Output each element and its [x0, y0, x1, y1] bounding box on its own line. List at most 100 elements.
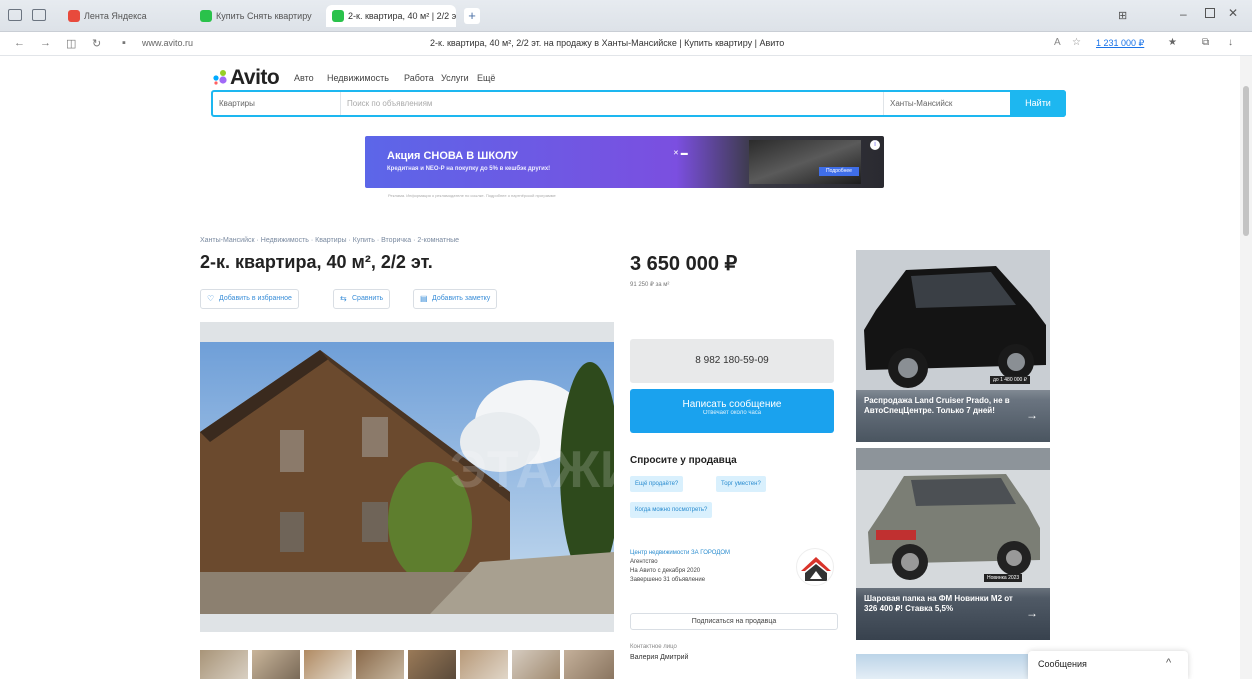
breadcrumb[interactable]: Ханты-Мансийск · Недвижимость · Квартиры…: [200, 237, 459, 244]
search-button[interactable]: Найти: [1010, 90, 1066, 117]
search-input[interactable]: Поиск по объявлениям: [341, 92, 881, 115]
main-photo[interactable]: ЭТАЖИ: [200, 322, 614, 632]
watermark: ЭТАЖИ: [450, 441, 614, 499]
heart-icon: ♡: [207, 294, 215, 303]
lock-icon: ▪: [122, 37, 126, 49]
close-icon[interactable]: ✕: [1228, 6, 1238, 20]
scrollbar-thumb[interactable]: [1243, 86, 1249, 236]
tab-avito-listing[interactable]: 2-к. квартира, 40 м² | 2/2 эт.: [326, 5, 456, 27]
seller-completed: Завершено 31 объявление: [630, 577, 706, 583]
question-chip[interactable]: Торг уместен?: [716, 476, 766, 492]
thumbnail[interactable]: [512, 650, 560, 679]
favorites-icon[interactable]: ★: [1168, 37, 1177, 48]
maximize-icon[interactable]: [1205, 8, 1215, 18]
thumbnail[interactable]: [304, 650, 352, 679]
write-message-button[interactable]: Написать сообщение Отвечает около часа: [630, 389, 834, 433]
chevron-up-icon[interactable]: ^: [1166, 657, 1171, 669]
thumbnail[interactable]: [564, 650, 614, 679]
question-chip[interactable]: Когда можно посмотреть?: [630, 502, 713, 518]
price-per-meter: 91 250 ₽ за м²: [630, 282, 670, 288]
balance-label[interactable]: 1 231 000 ₽: [1096, 38, 1144, 49]
seller-logo-icon: [801, 557, 831, 581]
listing-title: 2-к. квартира, 40 м², 2/2 эт.: [200, 252, 433, 272]
download-icon[interactable]: ↓: [1228, 37, 1233, 48]
compare-icon: ⇆: [340, 294, 347, 303]
note-icon: ▤: [420, 294, 428, 303]
price: 3 650 000 ₽: [630, 253, 738, 275]
ad-card[interactable]: до 1 480 000 ₽ Распродажа Land Cruiser P…: [856, 250, 1050, 442]
seller-avatar[interactable]: [796, 548, 834, 586]
seller-since: На Авито с декабря 2020: [630, 568, 701, 574]
arrow-right-icon: →: [1026, 606, 1038, 620]
info-icon[interactable]: i: [870, 140, 880, 150]
ad-badge: до 1 480 000 ₽: [990, 376, 1030, 384]
message-button-label: Написать сообщение: [682, 399, 782, 410]
new-tab-button[interactable]: +: [464, 8, 480, 24]
nav-services[interactable]: Услуги: [441, 73, 469, 83]
thumbnail[interactable]: [460, 650, 508, 679]
banner-title: Акция СНОВА В ШКОЛУ: [387, 150, 518, 162]
ad-card-partial[interactable]: [856, 654, 1028, 679]
thumbnail[interactable]: [252, 650, 300, 679]
avito-logo-icon: [212, 67, 228, 85]
location-select[interactable]: Ханты-Мансийск: [883, 92, 1009, 115]
back-icon[interactable]: ←: [14, 37, 25, 49]
thumbnail[interactable]: [200, 650, 248, 679]
search-bar: Квартиры Поиск по объявлениям Ханты-Манс…: [211, 90, 1066, 117]
ask-seller-title: Спросите у продавца: [630, 455, 737, 466]
question-chip[interactable]: Ещё продаёте?: [630, 476, 684, 492]
contact-label: Контактное лицо: [630, 644, 677, 650]
collections-icon[interactable]: ⊞: [1118, 9, 1127, 22]
compare-button[interactable]: ⇆ Сравнить: [333, 289, 391, 309]
collections-icon[interactable]: ⧉: [1202, 37, 1209, 48]
tab-yandex[interactable]: Лента Яндекса: [62, 5, 190, 27]
url-field[interactable]: www.avito.ru: [142, 38, 193, 48]
minimize-icon[interactable]: –: [1180, 7, 1187, 21]
browser-tab-bar: Лента Яндекса Купить Снять квартиру 2-к.…: [0, 0, 1252, 32]
ad-title: Распродажа Land Cruiser Prado, не в Авто…: [864, 396, 1010, 415]
ad-title: Шаровая папка на ФМ Новинки M2 от 326 40…: [864, 594, 1013, 613]
arrow-right-icon: →: [1026, 408, 1038, 422]
tab-actions-icon[interactable]: [32, 9, 46, 21]
banner-text: Кредитная и NEO-Р на покупку до 5% в кеш…: [387, 166, 551, 172]
show-phone-button[interactable]: 8 982 180-59-09: [630, 339, 834, 383]
nav-auto[interactable]: Авто: [294, 73, 314, 83]
add-favorite-button[interactable]: ♡ Добавить в избранное: [200, 289, 299, 309]
ad-card[interactable]: Новинка 2023 Шаровая папка на ФМ Новинки…: [856, 448, 1050, 640]
category-select[interactable]: Квартиры: [213, 92, 341, 115]
subscribe-seller-button[interactable]: Подписаться на продавца: [630, 613, 838, 630]
browser-address-bar: ← → ◫ ↻ ▪ www.avito.ru 2-к. квартира, 40…: [0, 32, 1252, 56]
contact-name: Валерия Дмитрий: [630, 654, 689, 661]
banner-button[interactable]: Подробнее: [819, 167, 859, 176]
photo-thumbnails: [200, 650, 614, 679]
messages-widget[interactable]: Сообщения ^: [1028, 651, 1188, 679]
star-icon[interactable]: ☆: [1072, 37, 1081, 48]
shield-icon[interactable]: ◫: [66, 37, 76, 50]
nav-realty[interactable]: Недвижимость: [327, 73, 389, 83]
translate-icon[interactable]: A: [1054, 37, 1061, 48]
avito-icon: [332, 10, 344, 22]
banner-logo-icon: ✕ ▬: [673, 150, 688, 157]
messages-label: Сообщения: [1038, 659, 1087, 669]
tab-avito-search[interactable]: Купить Снять квартиру: [194, 5, 322, 27]
seller-name[interactable]: Центр недвижимости ЗА ГОРОДОМ: [630, 549, 730, 558]
house-photo: ЭТАЖИ: [200, 322, 614, 632]
seller-type: Агентство: [630, 559, 658, 565]
refresh-icon[interactable]: ↻: [92, 37, 101, 50]
avito-icon: [200, 10, 212, 22]
forward-icon[interactable]: →: [40, 37, 51, 49]
thumbnail[interactable]: [408, 650, 456, 679]
avito-logo[interactable]: Avito: [212, 66, 280, 90]
promo-banner[interactable]: Акция СНОВА В ШКОЛУ Кредитная и NEO-Р на…: [365, 136, 884, 188]
nav-jobs[interactable]: Работа: [404, 73, 434, 83]
ad-badge: Новинка 2023: [984, 574, 1023, 582]
nav-more[interactable]: Ещё: [477, 73, 495, 83]
banner-disclaimer: Реклама. Информация о рекламодателе по с…: [388, 193, 556, 198]
car-image: [856, 448, 1050, 588]
page-scrollbar[interactable]: [1240, 56, 1252, 679]
thumbnail[interactable]: [356, 650, 404, 679]
page: Avito Авто Недвижимость Работа Услуги Ещ…: [0, 56, 1252, 679]
sidebar-toggle-icon[interactable]: [8, 9, 22, 21]
page-title-field: 2-к. квартира, 40 м², 2/2 эт. на продажу…: [430, 38, 785, 48]
add-note-button[interactable]: ▤ Добавить заметку: [413, 289, 498, 309]
